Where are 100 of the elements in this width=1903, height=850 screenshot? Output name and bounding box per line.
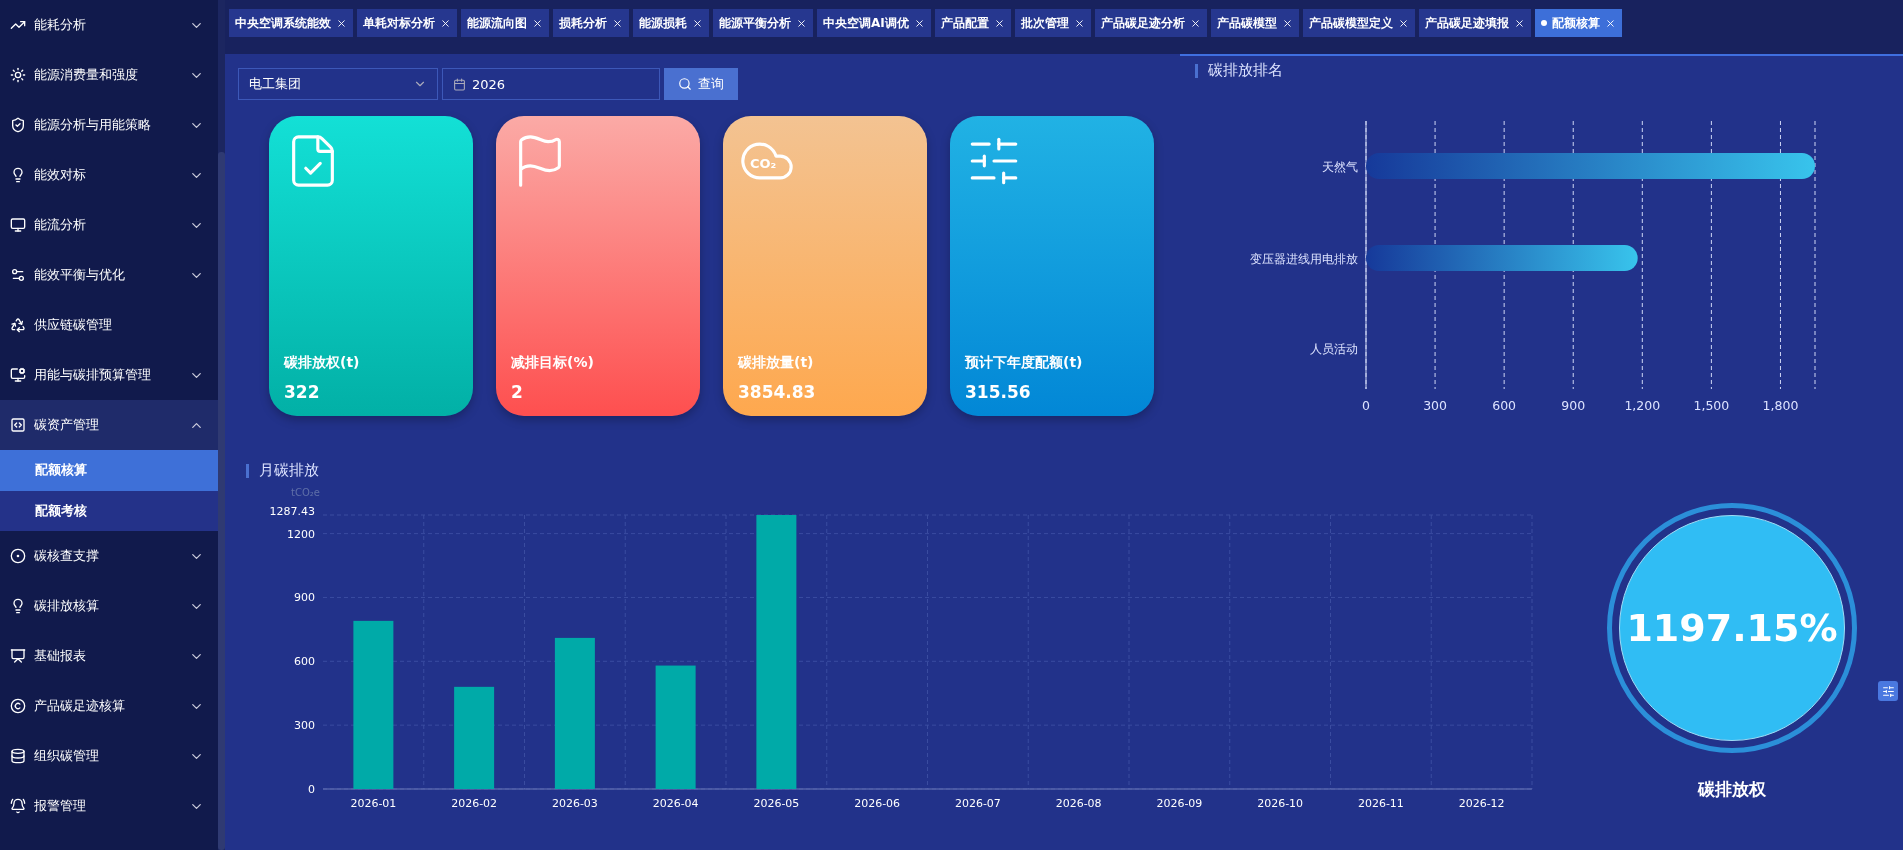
tab[interactable]: 能源流向图 [461, 9, 549, 37]
axis-label: 2026-04 [652, 797, 699, 810]
close-icon[interactable] [796, 17, 807, 29]
sidebar-label: 报警管理 [34, 797, 87, 815]
close-icon[interactable] [1604, 17, 1616, 29]
tab[interactable]: 产品碳模型定义 [1302, 9, 1415, 37]
tab[interactable]: 中央空调AI调优 [817, 9, 931, 37]
close-icon[interactable] [612, 17, 623, 29]
category-label: 变压器进线用电排放 [1250, 252, 1358, 266]
close-icon[interactable] [1513, 17, 1525, 29]
sidebar-item[interactable]: 能流分析 [0, 200, 218, 250]
axis-label: 0 [308, 783, 315, 796]
sidebar-label: 供应链碳管理 [34, 316, 113, 334]
scrollbar[interactable] [218, 0, 225, 850]
sidebar-item[interactable]: 用能与碳排预算管理 [0, 350, 218, 400]
tab[interactable]: 产品碳模型 [1210, 9, 1299, 37]
close-icon[interactable] [532, 17, 543, 29]
section-title: 月碳排放 [259, 461, 319, 480]
sidebar-item[interactable]: 能效对标 [0, 150, 218, 200]
monitor-icon [10, 367, 26, 383]
tab[interactable]: 单耗对标分析 [357, 9, 457, 37]
sidebar-item[interactable]: 碳资产管理 [0, 400, 218, 450]
search-button[interactable]: 查询 [664, 68, 738, 100]
axis-label: 2026-08 [1055, 797, 1102, 810]
tab[interactable]: 能源平衡分析 [713, 9, 813, 37]
sidebar-item[interactable]: 组织碳管理 [0, 731, 218, 781]
target-icon [10, 548, 26, 564]
axis-label: 600 [294, 655, 315, 669]
axis-label: 1287.43 [269, 505, 315, 518]
sidebar-item[interactable]: 供应链碳管理 [0, 300, 218, 350]
search-icon [678, 77, 692, 91]
submenu-item[interactable]: 配额考核 [0, 491, 218, 531]
sidebar-label: 组织碳管理 [34, 747, 100, 765]
dot-icon [1540, 20, 1547, 26]
sidebar-item[interactable]: 基础报表 [0, 631, 218, 681]
axis-label: 300 [1423, 398, 1447, 413]
category-label: 天然气 [1322, 160, 1358, 174]
bell-icon [10, 798, 26, 814]
sidebar-item[interactable]: 产品碳足迹核算 [0, 681, 218, 731]
sidebar-label: 基础报表 [34, 647, 87, 665]
settings-button[interactable] [1878, 681, 1898, 701]
year-field[interactable]: 2026 [442, 68, 660, 100]
database-icon [10, 748, 26, 764]
card-value: 2 [511, 382, 524, 402]
close-icon[interactable] [1281, 17, 1293, 29]
axis-label: 2026-06 [854, 797, 901, 810]
axis-label: 1,200 [1624, 398, 1661, 413]
sidebar-item[interactable]: 碳核查支撑 [0, 531, 218, 581]
bulb-icon [10, 598, 26, 614]
card-title: 碳排放权(t) [284, 354, 361, 372]
sidebar-item[interactable]: 报警管理 [0, 781, 218, 831]
close-icon[interactable] [1397, 17, 1409, 29]
gauge-label: 碳排放权 [1698, 778, 1766, 801]
sun-icon [10, 67, 26, 83]
axis-label: 1,800 [1762, 398, 1799, 413]
company-select[interactable]: 电工集团 [238, 68, 438, 100]
close-icon[interactable] [440, 17, 451, 29]
sidebar-item[interactable]: 能效平衡与优化 [0, 250, 218, 300]
sidebar-label: 能流分析 [34, 216, 87, 234]
axis-label: 1,500 [1693, 398, 1730, 413]
sliders-icon [1881, 684, 1895, 698]
card-title: 预计下年度配额(t) [965, 354, 1084, 372]
close-icon[interactable] [692, 17, 703, 29]
unit-label: tCO₂e [291, 487, 320, 498]
tab[interactable]: 产品配置 [934, 9, 1011, 37]
sidebar-item[interactable]: 能源分析与用能策略 [0, 100, 218, 150]
monitor-icon [10, 217, 26, 233]
axis-label: 2026-10 [1257, 797, 1304, 810]
tab[interactable]: 批次管理 [1014, 9, 1091, 37]
section-title: 碳排放排名 [1208, 61, 1283, 80]
axis-label: 0 [1362, 398, 1370, 413]
close-icon[interactable] [1073, 17, 1085, 29]
close-icon[interactable] [913, 17, 925, 29]
sidebar-item[interactable]: 能源消费量和强度 [0, 50, 218, 100]
select-value: 电工集团 [249, 75, 302, 93]
axis-label: 2026-12 [1458, 797, 1505, 810]
gauge-value: 1197.15% [1626, 606, 1838, 650]
card-value: 315.56 [965, 382, 1032, 402]
axis-label: 2026-05 [753, 797, 800, 810]
close-icon[interactable] [336, 17, 347, 29]
sidebar-item[interactable]: 碳排放核算 [0, 581, 218, 631]
axis-label: 2026-07 [954, 797, 1001, 810]
icon-label: CO₂ [750, 156, 777, 171]
copyright-icon [10, 698, 26, 714]
presentation-icon [10, 648, 26, 664]
tab[interactable]: 配额核算 [1534, 9, 1622, 37]
axis-label: 2026-09 [1156, 797, 1203, 810]
tab[interactable]: 产品碳足迹分析 [1094, 9, 1207, 37]
tab[interactable]: 能源损耗 [633, 9, 709, 37]
card-title: 碳排放量(t) [738, 354, 815, 372]
tab[interactable]: 产品碳足迹填报 [1418, 9, 1531, 37]
close-icon[interactable] [993, 17, 1005, 29]
tab[interactable]: 损耗分析 [553, 9, 629, 37]
field-value: 2026 [472, 76, 506, 92]
close-icon[interactable] [1189, 17, 1201, 29]
sidebar-label: 能耗分析 [34, 16, 87, 34]
submenu-item[interactable]: 配额核算 [0, 450, 218, 491]
sidebar-item[interactable]: 能耗分析 [0, 0, 218, 50]
tab[interactable]: 中央空调系统能效 [229, 9, 353, 37]
axis-label: 2026-02 [451, 797, 498, 810]
